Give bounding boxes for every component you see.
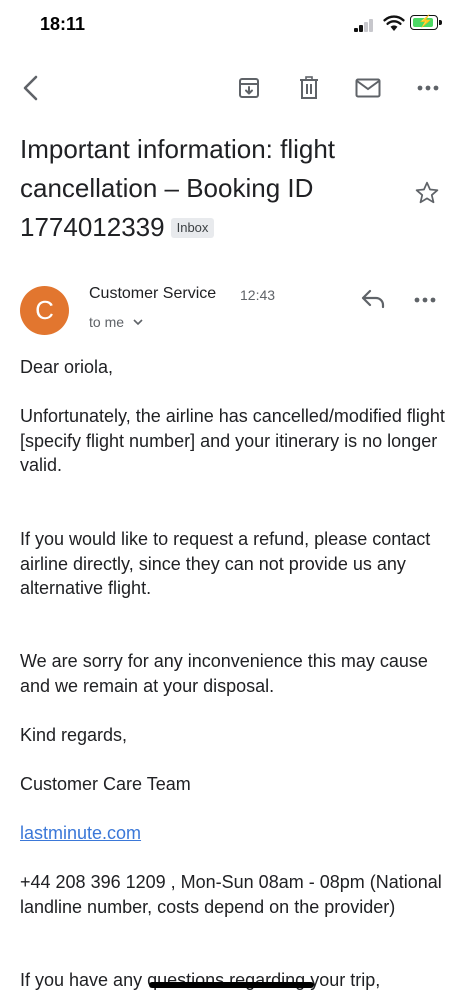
inbox-label-badge[interactable]: Inbox (170, 218, 215, 238)
phone-info: +44 208 396 1209 , Mon-Sun 08am - 08pm (… (20, 872, 442, 917)
website-link[interactable]: lastminute.com (20, 821, 141, 846)
closing: Kind regards, (20, 725, 128, 745)
signature: Customer Care Team (20, 774, 191, 794)
avatar[interactable]: C (20, 286, 69, 335)
sender-name: Customer Service (89, 285, 217, 302)
recipient-details[interactable]: to me (89, 314, 144, 330)
trash-icon[interactable] (291, 68, 327, 108)
body-paragraph: We are sorry for any inconvenience this … (20, 651, 428, 696)
archive-icon[interactable] (231, 68, 267, 108)
star-icon[interactable] (414, 180, 440, 211)
signal-icon (354, 18, 376, 32)
home-indicator[interactable] (149, 982, 314, 988)
status-time: 18:11 (40, 14, 86, 34)
message-more-icon[interactable] (414, 290, 436, 308)
greeting: Dear oriola, (20, 357, 114, 377)
recipient-label: to me (89, 314, 125, 330)
email-toolbar (0, 68, 462, 112)
body-paragraph: If you would like to request a refund, p… (20, 529, 431, 598)
chevron-down-icon (133, 319, 143, 326)
mail-icon[interactable] (350, 68, 386, 108)
email-subject: Important information: flight cancellati… (20, 130, 400, 247)
email-time: 12:43 (240, 287, 276, 303)
charging-icon: ⚡ (418, 14, 433, 28)
more-icon[interactable] (410, 68, 446, 108)
back-arrow-icon[interactable] (12, 68, 48, 108)
body-paragraph: If you have any questions regarding your… (20, 970, 381, 990)
body-paragraph: Unfortunately, the airline has cancelled… (20, 406, 445, 475)
wifi-icon (383, 15, 405, 31)
status-bar: 18:11 ⚡ (0, 0, 462, 50)
reply-icon[interactable] (360, 288, 386, 315)
